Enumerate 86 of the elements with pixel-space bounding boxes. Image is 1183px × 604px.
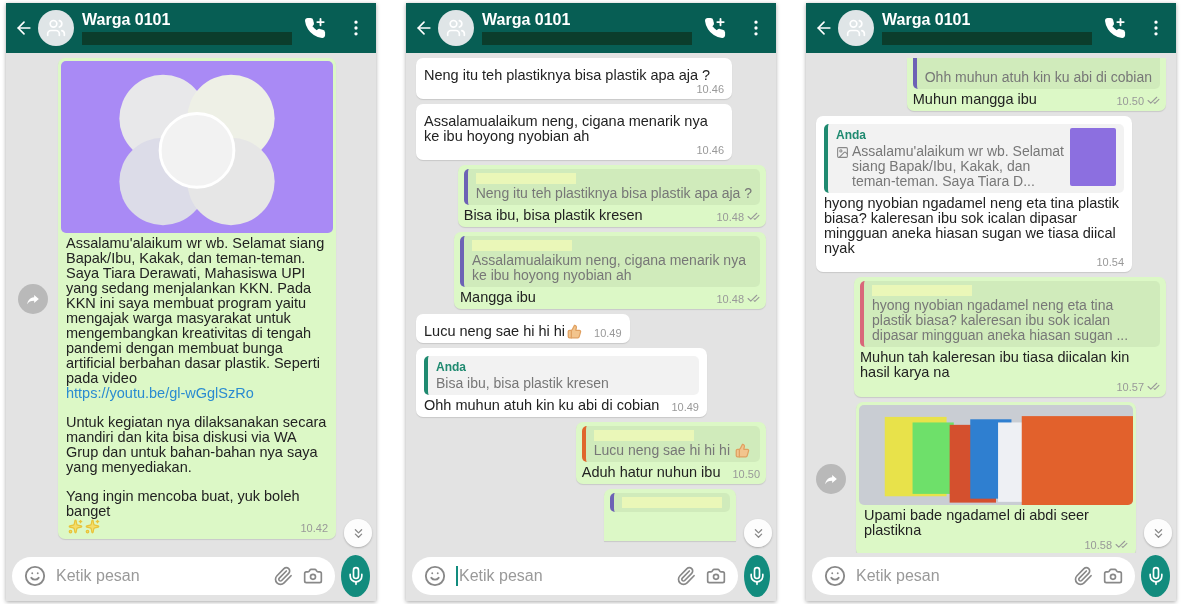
forward-arrow-icon [824, 472, 838, 486]
message-input[interactable]: Ketik pesan [459, 567, 666, 585]
message-text: Mangga ibu [460, 289, 536, 305]
message-time: 10.46 [696, 144, 724, 156]
thumbs-up-icon [567, 324, 583, 339]
message-time: 10.49 [594, 327, 622, 339]
message-time: 10.58 [1084, 538, 1112, 551]
message-text: Ohh muhun atuh kin ku abi di cobian [424, 397, 660, 413]
quoted-message[interactable]: Anda Bisa ibu, bisa plastik kresen [424, 356, 699, 395]
group-avatar[interactable] [438, 10, 474, 46]
quoted-message[interactable]: Lucu neng sae hi hi hi [581, 426, 760, 462]
group-avatar[interactable] [838, 10, 874, 46]
quote-text: Lucu neng sae hi hi hi [593, 443, 730, 458]
sparkles-icon [68, 519, 83, 534]
message-time: 10.50 [1116, 94, 1144, 107]
message-input-field[interactable]: Ketik pesan [12, 557, 335, 595]
message-time: 10.54 [1096, 256, 1124, 268]
message-input-field[interactable]: Ketik pesan [412, 557, 738, 595]
message-text: Muhun tah kaleresan ibu tiasa diicalan kin hasil karya na [860, 349, 1131, 380]
message-time: 10.48 [716, 292, 744, 305]
quote-text: Ohh muhun atuh kin ku abi di cobian [924, 70, 1152, 85]
message-text: Assalamualaikum neng, cigana menarik nya ke ibu hoyong nyobian ah [424, 113, 709, 144]
message-text: Yang ingin mencoba buat, yuk boleh banget [66, 488, 301, 519]
message-time: 10.46 [696, 83, 724, 95]
quote-author: Anda [436, 360, 467, 374]
quote-author: Anda [836, 128, 867, 142]
camera-icon[interactable] [303, 566, 323, 586]
attach-icon[interactable] [273, 566, 293, 586]
message-text: Assalamu'alaikum wr wb. Selamat siang Bapak/Ibu, Kakak, dan teman-teman. Saya Tiara Derawati, Mahasiswa UPI yang sedang menjalankan KKN. Pada KKN ini saya membuat program yaitu mengajak warga masyarakat untuk mengembangkan kreativitas di tengah pandemi dengan membuat bunga artificial berbahan dasar plastik. Seperti pada video [66, 235, 326, 386]
group-icon [446, 18, 466, 38]
quoted-message[interactable] [610, 493, 730, 512]
message-time: 10.42 [300, 522, 328, 534]
attach-icon[interactable] [1073, 566, 1093, 586]
quote-text: Neng itu teh plastiknya bisa plastik apa aja ? [475, 186, 752, 201]
quoted-message[interactable]: Anda Assalamu'alaikum wr wb. Selamat siang Bapak/Ibu, Kakak, dan teman-teman. Saya Tiara D... [824, 124, 1124, 193]
video-link[interactable]: https://youtu.be/gl-wGglSzRo [66, 385, 254, 401]
message-text: Upami bade ngadamel di abdi seer plastikna [864, 507, 1090, 538]
quoted-message[interactable]: hyong nyobian ngadamel neng eta tina plastik biasa? kaleresan ibu sok icalan dipasar mingguan aneka hiasan sugan ... [860, 281, 1160, 347]
message-text: Bisa ibu, bisa plastik kresen [463, 207, 643, 223]
quote-text: hyong nyobian ngadamel neng eta tina plastik biasa? kaleresan ibu sok icalan dipasar mingguan aneka hiasan sugan ... [872, 298, 1130, 343]
plastic-bags-photo[interactable] [859, 405, 1133, 505]
chat-title[interactable]: Warga 0101 [82, 11, 300, 29]
group-icon [846, 18, 866, 38]
emoji-icon[interactable] [424, 565, 446, 587]
message-text: Untuk kegiatan nya dilaksanakan secara mandiri dan kita bisa diskusi via WA Grup dan untuk bahan-bahan nya saya yang menyediakan. [66, 414, 328, 475]
message-text: hyong nyobian ngadamel neng eta tina plastik biasa? kaleresan ibu sok icalan dipasar mingguan aneka hiasan sugan we tiasa diical nyak [824, 195, 1121, 256]
message-time: 10.49 [671, 401, 699, 413]
group-avatar[interactable] [38, 10, 74, 46]
scroll-down-button[interactable] [744, 519, 772, 547]
sparkles-icon [85, 519, 100, 534]
quoted-message[interactable]: Assalamualaikum neng, cigana menarik nya ke ibu hoyong nyobian ah [460, 236, 760, 287]
camera-icon[interactable] [706, 566, 726, 586]
chat-title[interactable]: Warga 0101 [482, 11, 700, 29]
camera-icon[interactable] [1103, 566, 1123, 586]
add-call-icon[interactable] [1104, 17, 1126, 39]
message-time: 10.50 [732, 468, 760, 480]
add-call-icon[interactable] [704, 17, 726, 39]
message-time: 10.48 [716, 210, 744, 223]
message-input[interactable]: Ketik pesan [56, 567, 263, 585]
message-time: 10.57 [1116, 380, 1144, 393]
thumbs-up-icon [735, 443, 750, 458]
chat-title[interactable]: Warga 0101 [882, 11, 1100, 29]
attach-icon[interactable] [676, 566, 696, 586]
message-text: Neng itu teh plastiknya bisa plastik apa aja ? [424, 67, 711, 83]
message-input[interactable]: Ketik pesan [856, 567, 1063, 585]
poster-image[interactable] [61, 61, 333, 233]
microphone-button[interactable] [341, 555, 370, 597]
scroll-down-button[interactable] [1144, 519, 1172, 547]
quote-text: Bisa ibu, bisa plastik kresen [436, 376, 609, 391]
message-text: Muhun mangga ibu [912, 91, 1037, 107]
message-text: Lucu neng sae hi hi hi [424, 323, 566, 339]
quoted-message[interactable]: Ohh muhun atuh kin ku abi di cobian [912, 58, 1160, 89]
quoted-message[interactable]: Neng itu teh plastiknya bisa plastik apa aja ? [463, 169, 760, 205]
scroll-down-button[interactable] [344, 519, 372, 547]
message-input-field[interactable]: Ketik pesan [812, 557, 1135, 595]
emoji-icon[interactable] [24, 565, 46, 587]
image-icon [836, 146, 849, 159]
message-text: Aduh hatur nuhun ibu [581, 464, 721, 480]
quote-text: Assalamualaikum neng, cigana menarik nya ke ibu hoyong nyobian ah [472, 253, 747, 283]
microphone-button[interactable] [744, 555, 770, 597]
emoji-icon[interactable] [824, 565, 846, 587]
quote-text: Assalamu'alaikum wr wb. Selamat siang Bapak/Ibu, Kakak, dan teman-teman. Saya Tiara D... [852, 144, 1064, 189]
add-call-icon[interactable] [304, 17, 326, 39]
group-icon [46, 18, 66, 38]
microphone-button[interactable] [1141, 555, 1170, 597]
microphone-icon [747, 566, 767, 586]
